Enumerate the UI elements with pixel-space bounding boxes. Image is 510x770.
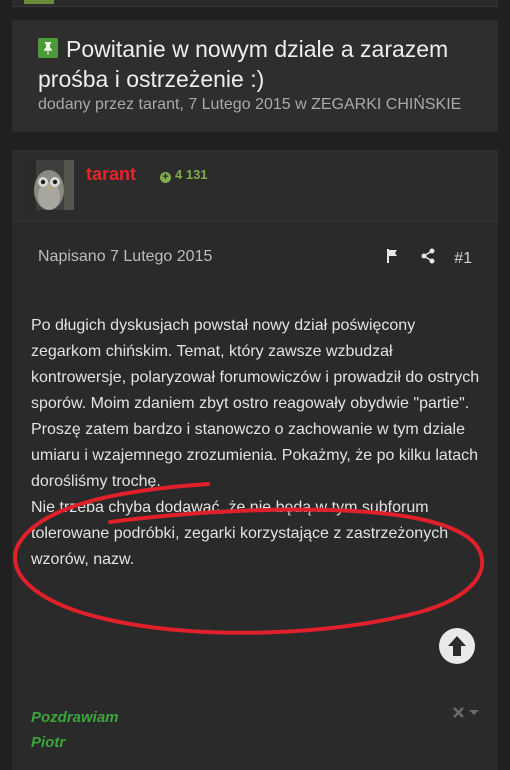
topic-title-row: Powitanie w nowym dziale a zarazem prośb…	[38, 34, 478, 94]
signature: Pozdrawiam Piotr	[31, 705, 119, 755]
post-number-link[interactable]: #1	[454, 250, 472, 268]
post-paragraph: Nie trzeba chyba dodawać, że nie będą w …	[31, 499, 449, 568]
signature-line: Pozdrawiam	[31, 709, 119, 726]
post: tarant +4 131 Napisano 7 Lutego 2015 #1 …	[12, 150, 498, 770]
signature-options-button[interactable]	[453, 706, 481, 722]
author-name[interactable]: tarant	[86, 164, 136, 185]
topic-header: Powitanie w nowym dziale a zarazem prośb…	[12, 20, 498, 132]
reputation-count: 4 131	[175, 167, 208, 182]
plus-icon: +	[160, 172, 171, 183]
topic-byline[interactable]: dodany przez tarant, 7 Lutego 2015 w ZEG…	[38, 96, 461, 114]
arrow-up-icon	[448, 636, 466, 656]
post-paragraph: Po długich dyskusjach powstał nowy dział…	[31, 317, 480, 490]
share-icon[interactable]	[420, 248, 436, 269]
top-accent	[24, 0, 54, 4]
flag-icon[interactable]	[386, 248, 402, 269]
scroll-to-top-button[interactable]	[439, 628, 475, 664]
post-author-bar: tarant +4 131	[12, 150, 498, 221]
post-actions: #1	[386, 248, 472, 269]
pushpin-icon	[38, 38, 58, 58]
signature-line: Piotr	[31, 734, 66, 751]
post-date: Napisano 7 Lutego 2015	[38, 248, 213, 265]
reputation-badge: +4 131	[160, 167, 208, 183]
post-content: Po długich dyskusjach powstał nowy dział…	[31, 313, 489, 573]
top-bar	[12, 0, 498, 7]
topic-title: Powitanie w nowym dziale a zarazem prośb…	[38, 36, 449, 92]
avatar[interactable]	[24, 160, 74, 210]
